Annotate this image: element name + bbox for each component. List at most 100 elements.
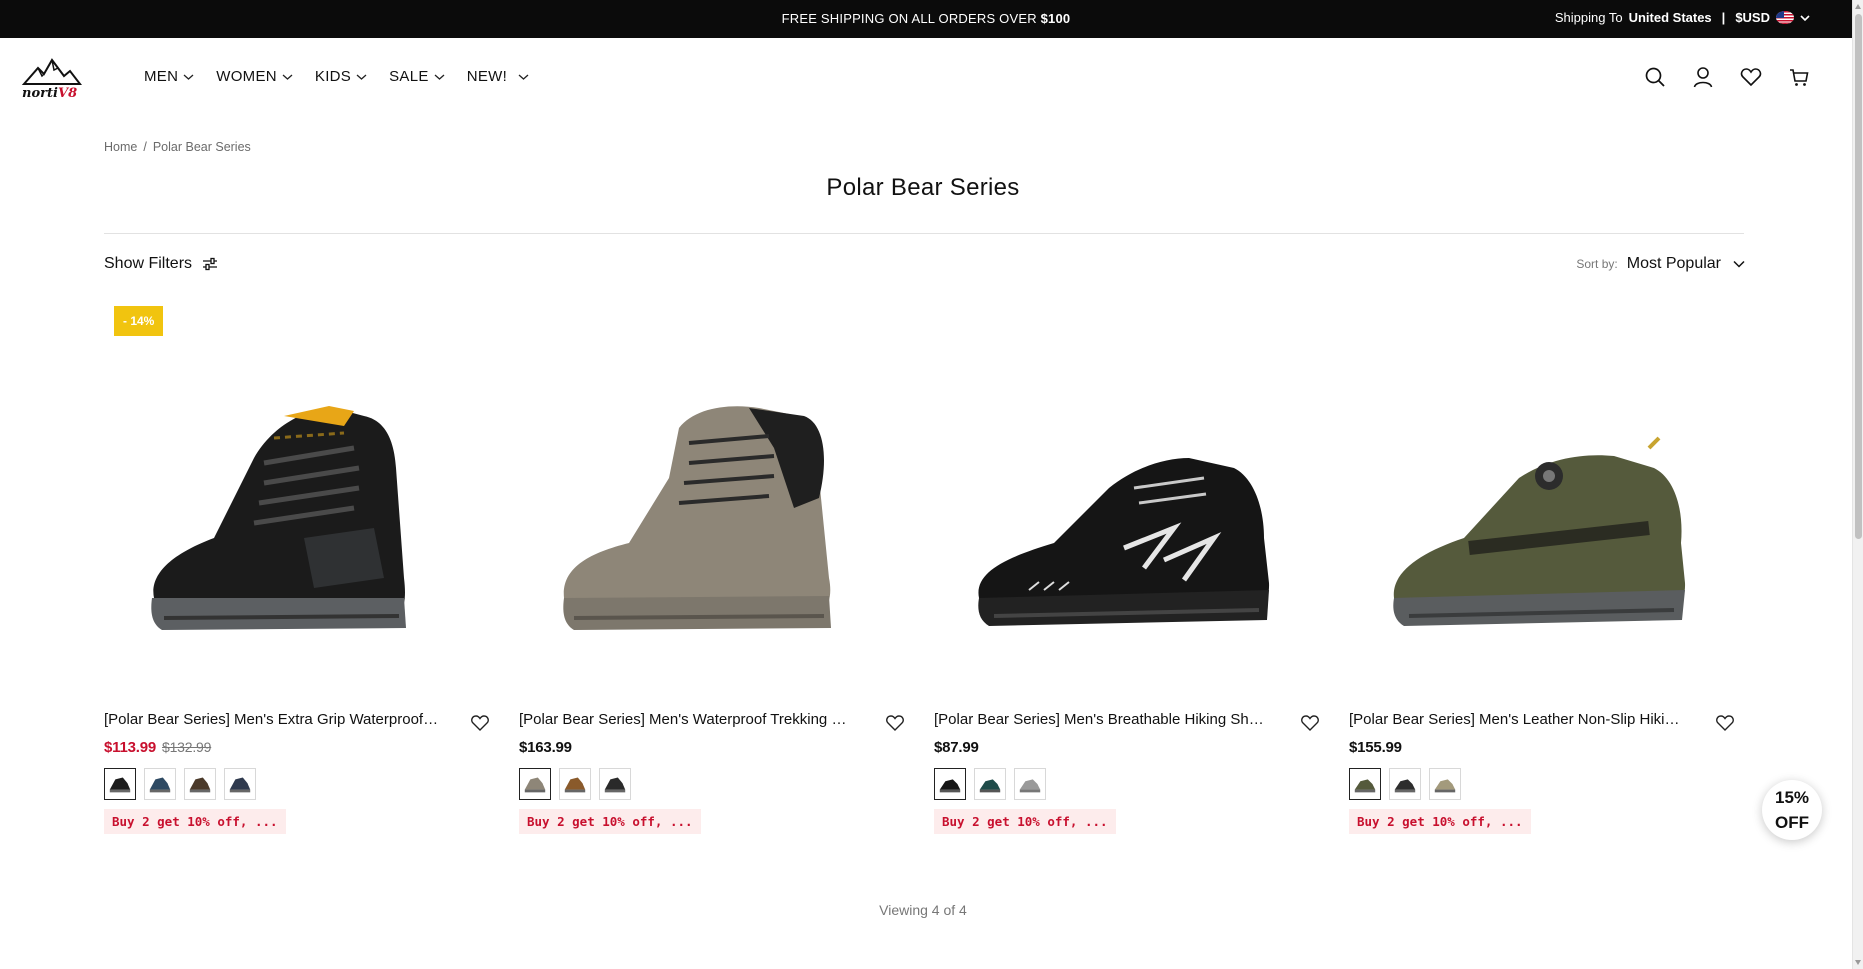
nav-kids-label: KIDS xyxy=(314,68,352,85)
product-image[interactable]: - 14% xyxy=(104,298,492,688)
color-swatches xyxy=(934,768,1046,800)
show-filters-label: Show Filters xyxy=(104,255,193,272)
nav-men[interactable]: MEN xyxy=(144,68,194,85)
sort-dropdown[interactable]: Sort by: Most Popular xyxy=(1576,255,1745,273)
product-image[interactable] xyxy=(519,298,907,688)
main-nav: MEN WOMEN KIDS SALE NEW! xyxy=(144,68,529,85)
offer-off-label: OFF xyxy=(1775,813,1809,832)
pagination-status: Viewing 4 of 4 xyxy=(879,902,967,918)
chevron-down-icon xyxy=(518,74,529,80)
promo-tag: Buy 2 get 10% off, ... xyxy=(519,809,701,834)
color-swatch[interactable] xyxy=(224,768,256,800)
product-image[interactable] xyxy=(1349,298,1737,688)
svg-text:V8: V8 xyxy=(58,86,77,100)
original-price: $132.99 xyxy=(162,739,212,755)
nav-kids[interactable]: KIDS xyxy=(315,68,367,85)
breadcrumb-separator: / xyxy=(143,140,147,154)
nav-sale-label: SALE xyxy=(389,68,429,85)
wishlist-heart-icon[interactable] xyxy=(1300,713,1320,732)
chevron-down-icon xyxy=(434,74,445,80)
announcement-bar: FREE SHIPPING ON ALL ORDERS OVER $100 Sh… xyxy=(0,0,1852,38)
nav-new-label: NEW! xyxy=(466,68,508,85)
promo-tag: Buy 2 get 10% off, ... xyxy=(934,809,1116,834)
cart-icon[interactable] xyxy=(1788,66,1810,88)
site-header: norti V8 MEN WOMEN KIDS SALE NEW! xyxy=(0,38,1852,114)
wishlist-heart-icon[interactable] xyxy=(470,713,490,732)
product-name[interactable]: [Polar Bear Series] Men's Extra Grip Wat… xyxy=(104,711,439,728)
header-actions xyxy=(1644,66,1810,88)
nav-women-label: WOMEN xyxy=(216,68,277,85)
wishlist-heart-icon[interactable] xyxy=(1715,713,1735,732)
scroll-down-arrow-icon[interactable] xyxy=(1855,960,1861,965)
product-name[interactable]: [Polar Bear Series] Men's Breathable Hik… xyxy=(934,711,1269,728)
breadcrumb-home[interactable]: Home xyxy=(104,140,137,154)
promo-tag: Buy 2 get 10% off, ... xyxy=(1349,809,1531,834)
sort-label: Sort by: xyxy=(1576,257,1618,271)
account-icon[interactable] xyxy=(1692,66,1714,88)
color-swatches xyxy=(519,768,631,800)
product-name[interactable]: [Polar Bear Series] Men's Waterproof Tre… xyxy=(519,711,854,728)
title-divider xyxy=(104,233,1744,234)
color-swatches xyxy=(1349,768,1461,800)
scrollbar-thumb[interactable] xyxy=(1855,14,1862,539)
nav-men-label: MEN xyxy=(144,68,179,85)
offer-percent: 15% xyxy=(1774,788,1810,807)
color-swatch[interactable] xyxy=(934,768,966,800)
product-card[interactable]: [Polar Bear Series] Men's Breathable Hik… xyxy=(934,298,1322,834)
filter-sliders-icon xyxy=(203,257,218,271)
shipping-country[interactable]: United States xyxy=(1629,10,1712,25)
brand-logo[interactable]: norti V8 xyxy=(20,56,83,101)
color-swatch[interactable] xyxy=(1349,768,1381,800)
product-name[interactable]: [Polar Bear Series] Men's Leather Non-Sl… xyxy=(1349,711,1684,728)
color-swatch[interactable] xyxy=(144,768,176,800)
product-price: $113.99 $132.99 xyxy=(104,739,211,756)
color-swatch[interactable] xyxy=(974,768,1006,800)
chevron-down-icon xyxy=(183,74,194,80)
scroll-up-arrow-icon[interactable] xyxy=(1855,4,1861,9)
search-icon[interactable] xyxy=(1644,66,1666,88)
promo-tag: Buy 2 get 10% off, ... xyxy=(104,809,286,834)
product-price: $155.99 xyxy=(1349,739,1402,756)
product-card[interactable]: [Polar Bear Series] Men's Waterproof Tre… xyxy=(519,298,907,834)
product-price: $163.99 xyxy=(519,739,572,756)
color-swatch[interactable] xyxy=(519,768,551,800)
nav-women[interactable]: WOMEN xyxy=(216,68,293,85)
color-swatch[interactable] xyxy=(184,768,216,800)
shipping-selector[interactable]: Shipping To United States | $USD xyxy=(1555,10,1810,25)
chevron-down-icon[interactable] xyxy=(1733,260,1745,268)
currency-label[interactable]: $USD xyxy=(1735,10,1770,25)
product-card[interactable]: - 14% [Polar Bear Series] Men's Extra Gr… xyxy=(104,298,492,834)
product-image[interactable] xyxy=(934,298,1322,688)
wishlist-heart-icon[interactable] xyxy=(885,713,905,732)
color-swatches xyxy=(104,768,256,800)
us-flag-icon[interactable] xyxy=(1776,11,1794,24)
free-shipping-amount: $100 xyxy=(1040,11,1071,26)
discount-badge: - 14% xyxy=(114,306,164,336)
page-scrollbar[interactable] xyxy=(1852,0,1863,969)
color-swatch[interactable] xyxy=(104,768,136,800)
wishlist-icon[interactable] xyxy=(1740,66,1762,88)
product-card[interactable]: [Polar Bear Series] Men's Leather Non-Sl… xyxy=(1349,298,1737,834)
free-shipping-message: FREE SHIPPING ON ALL ORDERS OVER xyxy=(781,11,1041,26)
color-swatch[interactable] xyxy=(599,768,631,800)
chevron-down-icon[interactable] xyxy=(1800,13,1810,23)
color-swatch[interactable] xyxy=(1014,768,1046,800)
discount-offer-button[interactable]: 15% OFF xyxy=(1762,780,1822,840)
shipping-to-label: Shipping To xyxy=(1554,10,1623,25)
nav-sale[interactable]: SALE xyxy=(389,68,445,85)
breadcrumb: Home / Polar Bear Series xyxy=(104,140,251,154)
product-price: $87.99 xyxy=(934,739,979,756)
show-filters-button[interactable]: Show Filters xyxy=(104,255,218,273)
chevron-down-icon xyxy=(356,74,367,80)
price: $163.99 xyxy=(519,739,572,756)
shipping-separator: | xyxy=(1721,10,1726,25)
breadcrumb-current: Polar Bear Series xyxy=(152,140,251,154)
nav-new[interactable]: NEW! xyxy=(467,68,529,85)
sort-value[interactable]: Most Popular xyxy=(1627,255,1721,273)
color-swatch[interactable] xyxy=(1389,768,1421,800)
color-swatch[interactable] xyxy=(1429,768,1461,800)
color-swatch[interactable] xyxy=(559,768,591,800)
page-title: Polar Bear Series xyxy=(826,174,1020,201)
chevron-down-icon xyxy=(282,74,293,80)
price: $155.99 xyxy=(1349,739,1402,756)
